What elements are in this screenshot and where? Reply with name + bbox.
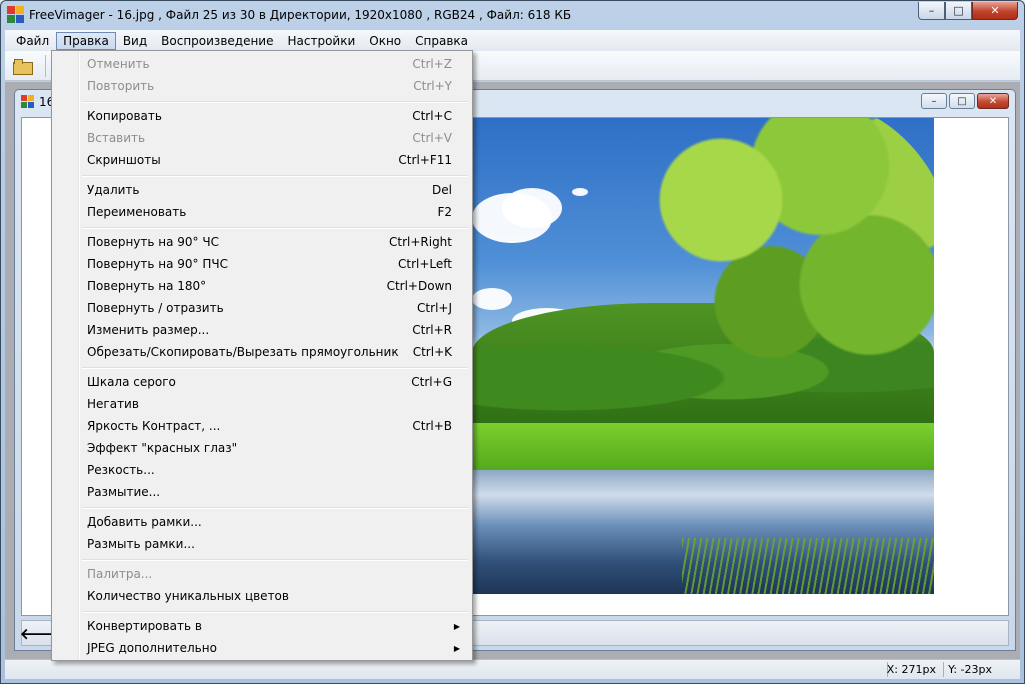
menu-view[interactable]: Вид [116,32,154,50]
menu-item-delete[interactable]: Удалить Del [54,179,470,201]
menu-item-rotate-ccw[interactable]: Повернуть на 90° ПЧС Ctrl+Left [54,253,470,275]
menu-item-undo[interactable]: Отменить Ctrl+Z [54,53,470,75]
status-bar: X: 271px Y: -23px [5,659,1020,679]
menu-separator [82,367,468,369]
submenu-arrow-icon: ▶ [453,621,460,631]
child-title-bar[interactable]: 16 [21,93,54,111]
menu-separator [82,175,468,177]
back-arrow-icon[interactable]: 🡐 [20,624,60,643]
menu-separator [82,101,468,103]
status-divider [943,662,944,677]
menu-item-rotate-cw[interactable]: Повернуть на 90° ЧС Ctrl+Right [54,231,470,253]
child-maximize-button[interactable]: □ [949,93,975,109]
toolbar-separator [45,54,46,77]
menu-item-blur[interactable]: Размытие... [54,481,470,503]
menu-item-red-eye[interactable]: Эффект "красных глаз" [54,437,470,459]
menu-item-rotate-180[interactable]: Повернуть на 180° Ctrl+Down [54,275,470,297]
menu-item-sharpen[interactable]: Резкость... [54,459,470,481]
child-caption-buttons: – □ ✕ [921,93,1009,109]
menu-item-grayscale[interactable]: Шкала серого Ctrl+G [54,371,470,393]
menu-file[interactable]: Файл [9,32,56,50]
status-x-coordinate: X: 271px [886,663,936,676]
maximize-button[interactable]: □ [945,2,972,20]
menu-item-brightness-contrast[interactable]: Яркость Контраст, ... Ctrl+B [54,415,470,437]
title-bar[interactable]: FreeVimager - 16.jpg , Файл 25 из 30 в Д… [1,1,1024,29]
menu-item-unique-colors[interactable]: Количество уникальных цветов [54,585,470,607]
menu-item-jpeg-advanced[interactable]: JPEG дополнительно ▶ [54,637,470,659]
menu-item-negative[interactable]: Негатив [54,393,470,415]
menu-separator [82,227,468,229]
caption-buttons: – □ ✕ [918,2,1018,20]
menu-item-rotate-flip[interactable]: Повернуть / отразить Ctrl+J [54,297,470,319]
window-title: FreeVimager - 16.jpg , Файл 25 из 30 в Д… [29,8,572,22]
minimize-button[interactable]: – [918,2,945,20]
landscape-photo[interactable] [472,118,934,594]
status-y-coordinate: Y: -23px [948,663,992,676]
menu-item-convert-to[interactable]: Конвертировать в ▶ [54,615,470,637]
menu-item-add-borders[interactable]: Добавить рамки... [54,511,470,533]
menu-item-copy[interactable]: Копировать Ctrl+C [54,105,470,127]
menu-settings[interactable]: Настройки [280,32,362,50]
menu-playback[interactable]: Воспроизведение [154,32,280,50]
open-folder-icon[interactable] [13,58,33,75]
menu-item-soft-borders[interactable]: Размыть рамки... [54,533,470,555]
submenu-arrow-icon: ▶ [453,643,460,653]
menu-item-redo[interactable]: Повторить Ctrl+Y [54,75,470,97]
menu-separator [82,507,468,509]
menu-item-screenshots[interactable]: Скриншоты Ctrl+F11 [54,149,470,171]
menu-item-paste[interactable]: Вставить Ctrl+V [54,127,470,149]
menu-edit[interactable]: Правка [56,31,116,50]
edit-menu-dropdown: Отменить Ctrl+Z Повторить Ctrl+Y Копиров… [51,50,473,661]
app-icon[interactable] [7,6,25,24]
menu-item-rename[interactable]: Переименовать F2 [54,201,470,223]
menu-item-resize[interactable]: Изменить размер... Ctrl+R [54,319,470,341]
child-close-button[interactable]: ✕ [977,93,1009,109]
menu-window[interactable]: Окно [362,32,408,50]
menu-help[interactable]: Справка [408,32,475,50]
menu-item-crop[interactable]: Обрезать/Скопировать/Вырезать прямоуголь… [54,341,470,363]
menu-separator [82,559,468,561]
menu-bar: Файл Правка Вид Воспроизведение Настройк… [5,30,1020,51]
image-document-icon [21,95,35,109]
child-minimize-button[interactable]: – [921,93,947,109]
menu-separator [82,611,468,613]
menu-item-palette[interactable]: Палитра... [54,563,470,585]
close-button[interactable]: ✕ [972,2,1018,20]
